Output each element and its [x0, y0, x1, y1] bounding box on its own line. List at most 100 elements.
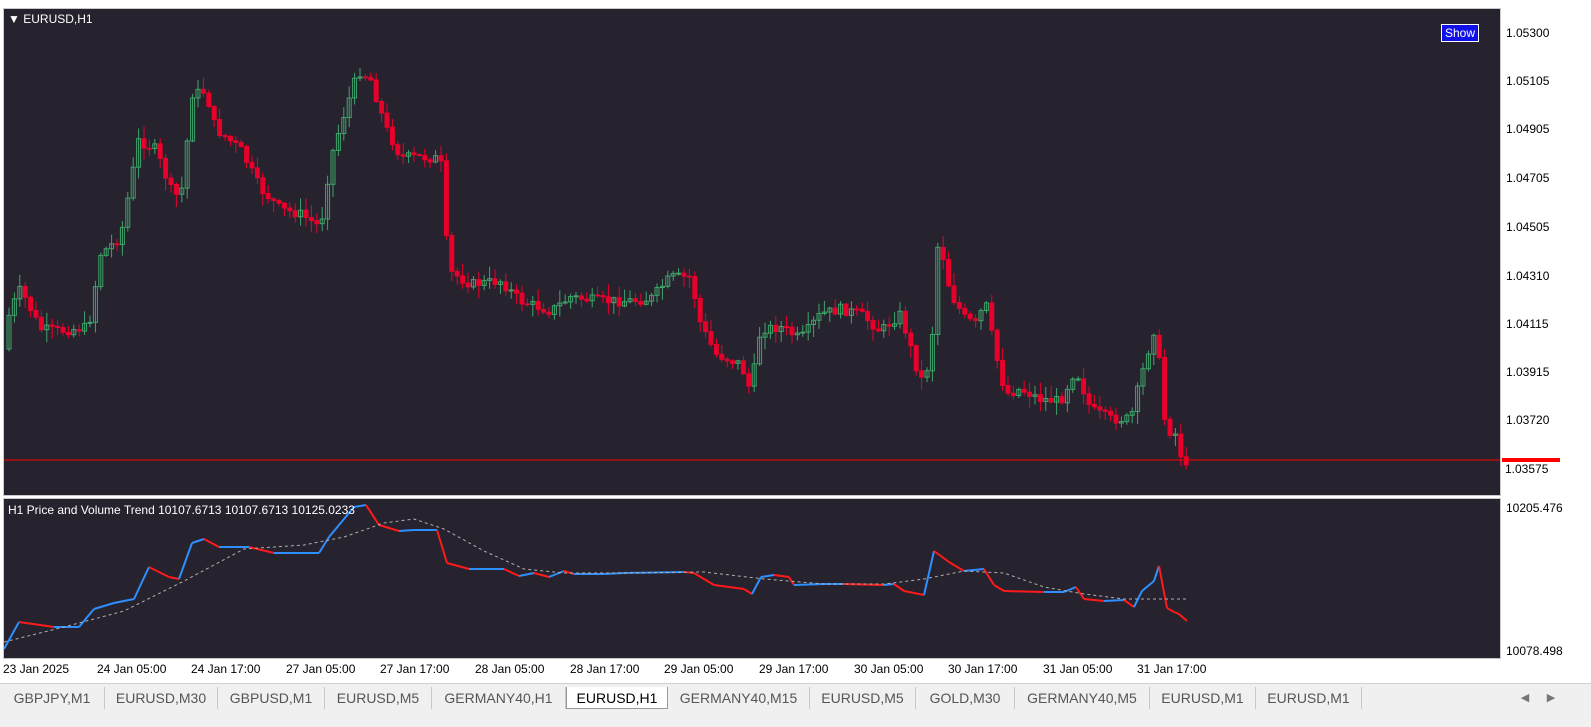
candle: [1113, 407, 1119, 431]
candle: [1140, 362, 1146, 395]
chart-tab[interactable]: GBPUSD,M1: [218, 687, 325, 709]
chart-tab[interactable]: EURUSD,M1: [1150, 687, 1256, 709]
pvt-segment: [178, 542, 193, 580]
chart-tab[interactable]: EURUSD,M1: [1256, 687, 1362, 709]
candle: [395, 141, 401, 160]
candle: [222, 133, 228, 141]
pvt-segment: [1173, 611, 1180, 615]
show-button[interactable]: Show: [1441, 24, 1479, 42]
candlestick-chart[interactable]: [4, 9, 1501, 496]
candle: [1118, 416, 1124, 428]
candle: [827, 306, 833, 322]
pvt-segment: [773, 574, 790, 578]
candle: [1162, 348, 1168, 426]
time-axis-label: 31 Jan 05:00: [1043, 662, 1113, 676]
price-chart-pane[interactable]: ▼ EURUSD,H1 Show: [3, 8, 1501, 496]
pvt-segment: [743, 588, 753, 595]
pvt-segment: [923, 550, 935, 596]
price-volume-trend-plot[interactable]: [4, 499, 1501, 659]
candle: [794, 326, 800, 341]
candle: [611, 296, 617, 314]
symbol-timeframe-label: ▼ EURUSD,H1: [8, 12, 93, 26]
candle: [573, 291, 579, 304]
candle: [211, 105, 217, 127]
candle: [465, 272, 471, 293]
time-axis-label: 28 Jan 17:00: [570, 662, 640, 676]
chart-tab[interactable]: GERMANY40,M5: [1015, 687, 1150, 709]
indicator-pane[interactable]: H1 Price and Volume Trend 10107.6713 101…: [3, 498, 1501, 659]
candle: [17, 274, 23, 307]
time-axis-label: 27 Jan 17:00: [380, 662, 450, 676]
candle: [940, 236, 946, 270]
candle: [859, 302, 865, 313]
candle: [173, 182, 179, 208]
candle: [406, 149, 412, 163]
chart-tab[interactable]: EURUSD,M5: [325, 687, 432, 709]
collapse-triangle-icon[interactable]: ▼: [8, 12, 20, 26]
candle: [724, 357, 730, 368]
candle: [249, 155, 255, 174]
chart-tab[interactable]: GOLD,M30: [916, 687, 1015, 709]
time-axis[interactable]: 23 Jan 2025 24 Jan 05:00 24 Jan 17:00 27 Ja…: [0, 659, 1501, 683]
candle: [298, 198, 304, 226]
candle: [897, 302, 903, 329]
pvt-segment: [503, 568, 520, 577]
candle: [98, 252, 104, 291]
candle: [956, 296, 962, 314]
chart-tab[interactable]: EURUSD,M30: [105, 687, 218, 709]
time-axis-label: 28 Jan 05:00: [475, 662, 545, 676]
candle: [1000, 348, 1006, 392]
candle: [627, 290, 633, 304]
pvt-segment: [78, 608, 95, 628]
candle: [524, 298, 530, 307]
candle: [1167, 416, 1173, 439]
candle: [352, 72, 358, 105]
chart-tab[interactable]: EURUSD,H1: [566, 687, 668, 709]
pvt-segment: [1123, 599, 1135, 608]
candle: [184, 138, 190, 199]
candle: [616, 286, 622, 316]
candle: [622, 289, 628, 308]
chart-tab[interactable]: EURUSD,M5: [810, 687, 916, 709]
candle: [87, 315, 93, 328]
candle: [1070, 377, 1076, 393]
candle: [951, 272, 957, 305]
candle: [125, 191, 131, 232]
price-axis[interactable]: 1.05300 1.05105 1.04905 1.04705 1.04505 1.043…: [1501, 8, 1591, 496]
candle: [875, 319, 881, 332]
candle: [65, 326, 71, 339]
candle: [503, 273, 509, 296]
candle: [735, 359, 741, 370]
indicator-axis[interactable]: 10205.476 10078.498: [1501, 498, 1591, 659]
pvt-segment: [760, 574, 775, 578]
candle: [157, 138, 163, 168]
pvt-segment: [1178, 613, 1188, 622]
tab-scroll-left-icon[interactable]: ◀: [1518, 687, 1532, 709]
candle: [659, 279, 665, 300]
time-axis-label: 24 Jan 05:00: [97, 662, 167, 676]
tab-scroll-right-icon[interactable]: ▶: [1544, 687, 1558, 709]
chart-tab[interactable]: GBPJPY,M1: [0, 687, 105, 709]
candle: [1108, 406, 1114, 422]
candle: [28, 295, 34, 318]
candle: [557, 290, 563, 317]
pvt-segment: [1158, 565, 1168, 609]
candle: [422, 148, 428, 168]
chart-tab[interactable]: GERMANY40,H1: [432, 687, 566, 709]
candle: [848, 301, 854, 324]
candle: [773, 316, 779, 343]
pvt-segment: [436, 529, 448, 564]
candle: [368, 72, 374, 82]
candle: [233, 136, 239, 153]
candle: [1021, 380, 1027, 396]
candle: [551, 304, 557, 320]
candle: [962, 303, 968, 319]
candle: [800, 324, 806, 337]
candle: [789, 322, 795, 344]
candle: [168, 172, 174, 193]
price-axis-label: 1.03720: [1506, 413, 1550, 427]
pvt-segment: [883, 583, 895, 586]
pvt-segment: [18, 621, 55, 628]
chart-tab[interactable]: GERMANY40,M15: [668, 687, 810, 709]
candle: [287, 202, 293, 219]
